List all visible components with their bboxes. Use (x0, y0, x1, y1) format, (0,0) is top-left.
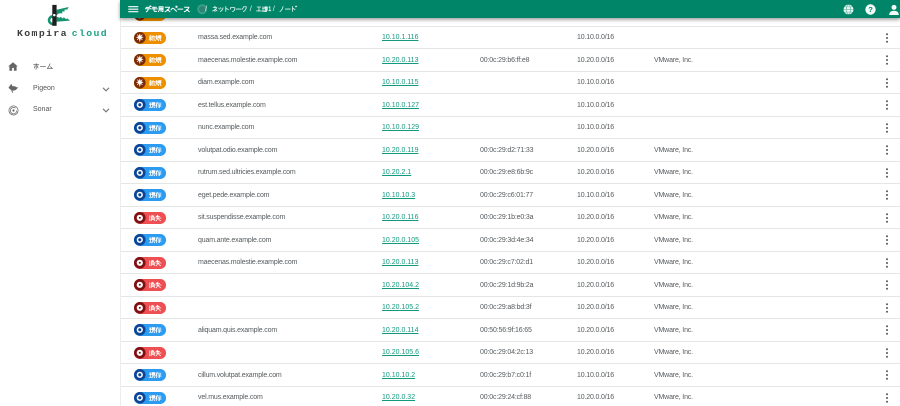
svg-text:?: ? (868, 6, 873, 15)
